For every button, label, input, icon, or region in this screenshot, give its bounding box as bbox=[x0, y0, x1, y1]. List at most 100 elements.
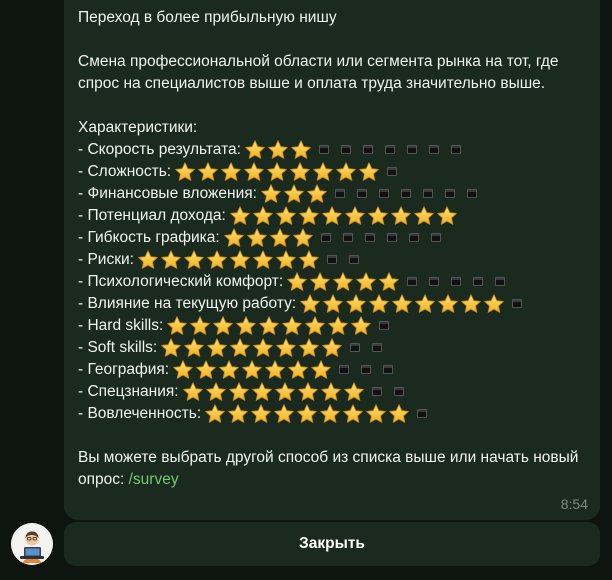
black-square-icon bbox=[444, 189, 455, 198]
characteristic-label: - География: bbox=[78, 361, 170, 379]
star-icon bbox=[306, 183, 328, 205]
black-square-icon bbox=[350, 343, 361, 352]
star-icon bbox=[335, 161, 357, 183]
star-icon bbox=[283, 183, 305, 205]
star-icon bbox=[298, 205, 320, 227]
star-icon bbox=[235, 315, 257, 337]
characteristic-label: - Психологический комфорт: bbox=[78, 273, 284, 291]
star-icon bbox=[246, 227, 268, 249]
star-icon bbox=[327, 315, 349, 337]
black-square-icon bbox=[326, 255, 337, 264]
black-square-icon bbox=[320, 233, 331, 242]
star-icon bbox=[166, 315, 188, 337]
star-icon bbox=[368, 293, 390, 315]
star-icon bbox=[344, 205, 366, 227]
star-icon bbox=[287, 359, 309, 381]
black-square-icon bbox=[430, 233, 441, 242]
rating bbox=[229, 205, 459, 227]
star-icon bbox=[250, 403, 272, 425]
star-icon bbox=[241, 359, 263, 381]
survey-link[interactable]: /survey bbox=[129, 471, 179, 488]
characteristic-label: - Гибкость графика: bbox=[78, 229, 220, 247]
chat-area: Переход в более прибыльную нишу Смена пр… bbox=[0, 0, 612, 580]
black-square-icon bbox=[383, 365, 394, 374]
characteristics-list: - Скорость результата: - Сложность: - Фина… bbox=[78, 139, 586, 425]
black-square-icon bbox=[371, 387, 382, 396]
characteristic-label: - Вовлеченность: bbox=[78, 405, 202, 423]
star-icon bbox=[274, 381, 296, 403]
star-icon bbox=[252, 337, 274, 359]
star-icon bbox=[281, 315, 303, 337]
black-square-icon bbox=[384, 145, 395, 154]
star-icon bbox=[367, 205, 389, 227]
bot-avatar-icon bbox=[11, 523, 53, 565]
characteristic-row: - Soft skills: bbox=[78, 337, 586, 359]
black-square-icon bbox=[393, 387, 404, 396]
star-icon bbox=[292, 227, 314, 249]
message-footer: Вы можете выбрать другой способ из списк… bbox=[78, 447, 586, 491]
black-square-icon bbox=[422, 189, 433, 198]
star-icon bbox=[160, 337, 182, 359]
star-icon bbox=[460, 293, 482, 315]
black-square-icon bbox=[387, 167, 398, 176]
star-icon bbox=[229, 337, 251, 359]
star-icon bbox=[310, 359, 332, 381]
black-square-icon bbox=[361, 365, 372, 374]
black-square-icon bbox=[362, 145, 373, 154]
characteristic-label: - Потенциал дохода: bbox=[78, 207, 226, 225]
star-icon bbox=[183, 337, 205, 359]
star-icon bbox=[264, 359, 286, 381]
star-icon bbox=[296, 403, 318, 425]
star-icon bbox=[174, 161, 196, 183]
rating bbox=[137, 249, 365, 271]
star-icon bbox=[252, 205, 274, 227]
black-square-icon bbox=[378, 189, 389, 198]
characteristic-row: - Скорость результата: bbox=[78, 139, 586, 161]
black-square-icon bbox=[334, 189, 345, 198]
rating bbox=[174, 161, 403, 183]
message-title: Переход в более прибыльную нишу bbox=[78, 9, 337, 26]
star-icon bbox=[321, 337, 343, 359]
close-button[interactable]: Закрыть bbox=[64, 522, 600, 566]
star-icon bbox=[289, 161, 311, 183]
black-square-icon bbox=[450, 145, 461, 154]
characteristic-label: - Hard skills: bbox=[78, 317, 164, 335]
star-icon bbox=[319, 403, 341, 425]
black-square-icon bbox=[451, 277, 462, 286]
black-square-icon bbox=[512, 299, 523, 308]
star-icon bbox=[320, 381, 342, 403]
bot-avatar[interactable] bbox=[11, 523, 53, 565]
star-icon bbox=[251, 381, 273, 403]
star-icon bbox=[365, 403, 387, 425]
characteristic-row: - Финансовые вложения: bbox=[78, 183, 586, 205]
black-square-icon bbox=[400, 189, 411, 198]
star-icon bbox=[297, 381, 319, 403]
rating bbox=[260, 183, 483, 205]
rating bbox=[172, 359, 399, 381]
star-icon bbox=[414, 293, 436, 315]
star-icon bbox=[229, 249, 251, 271]
characteristics-heading: Характеристики: bbox=[78, 119, 198, 136]
rating bbox=[244, 139, 467, 161]
message-time: 8:54 bbox=[560, 496, 588, 512]
star-icon bbox=[137, 249, 159, 271]
star-icon bbox=[275, 337, 297, 359]
characteristic-label: - Влияние на текущую работу: bbox=[78, 295, 297, 313]
characteristic-row: - Hard skills: bbox=[78, 315, 586, 337]
star-icon bbox=[244, 139, 266, 161]
star-icon bbox=[322, 293, 344, 315]
star-icon bbox=[309, 271, 331, 293]
star-icon bbox=[260, 183, 282, 205]
star-icon bbox=[223, 227, 245, 249]
black-square-icon bbox=[379, 321, 390, 330]
star-icon bbox=[304, 315, 326, 337]
message-bubble: Переход в более прибыльную нишу Смена пр… bbox=[64, 0, 600, 520]
star-icon bbox=[298, 249, 320, 271]
rating bbox=[160, 337, 388, 359]
star-icon bbox=[266, 161, 288, 183]
star-icon bbox=[206, 249, 228, 271]
characteristic-label: - Soft skills: bbox=[78, 339, 158, 357]
black-square-icon bbox=[342, 233, 353, 242]
star-icon bbox=[391, 293, 413, 315]
star-icon bbox=[390, 205, 412, 227]
